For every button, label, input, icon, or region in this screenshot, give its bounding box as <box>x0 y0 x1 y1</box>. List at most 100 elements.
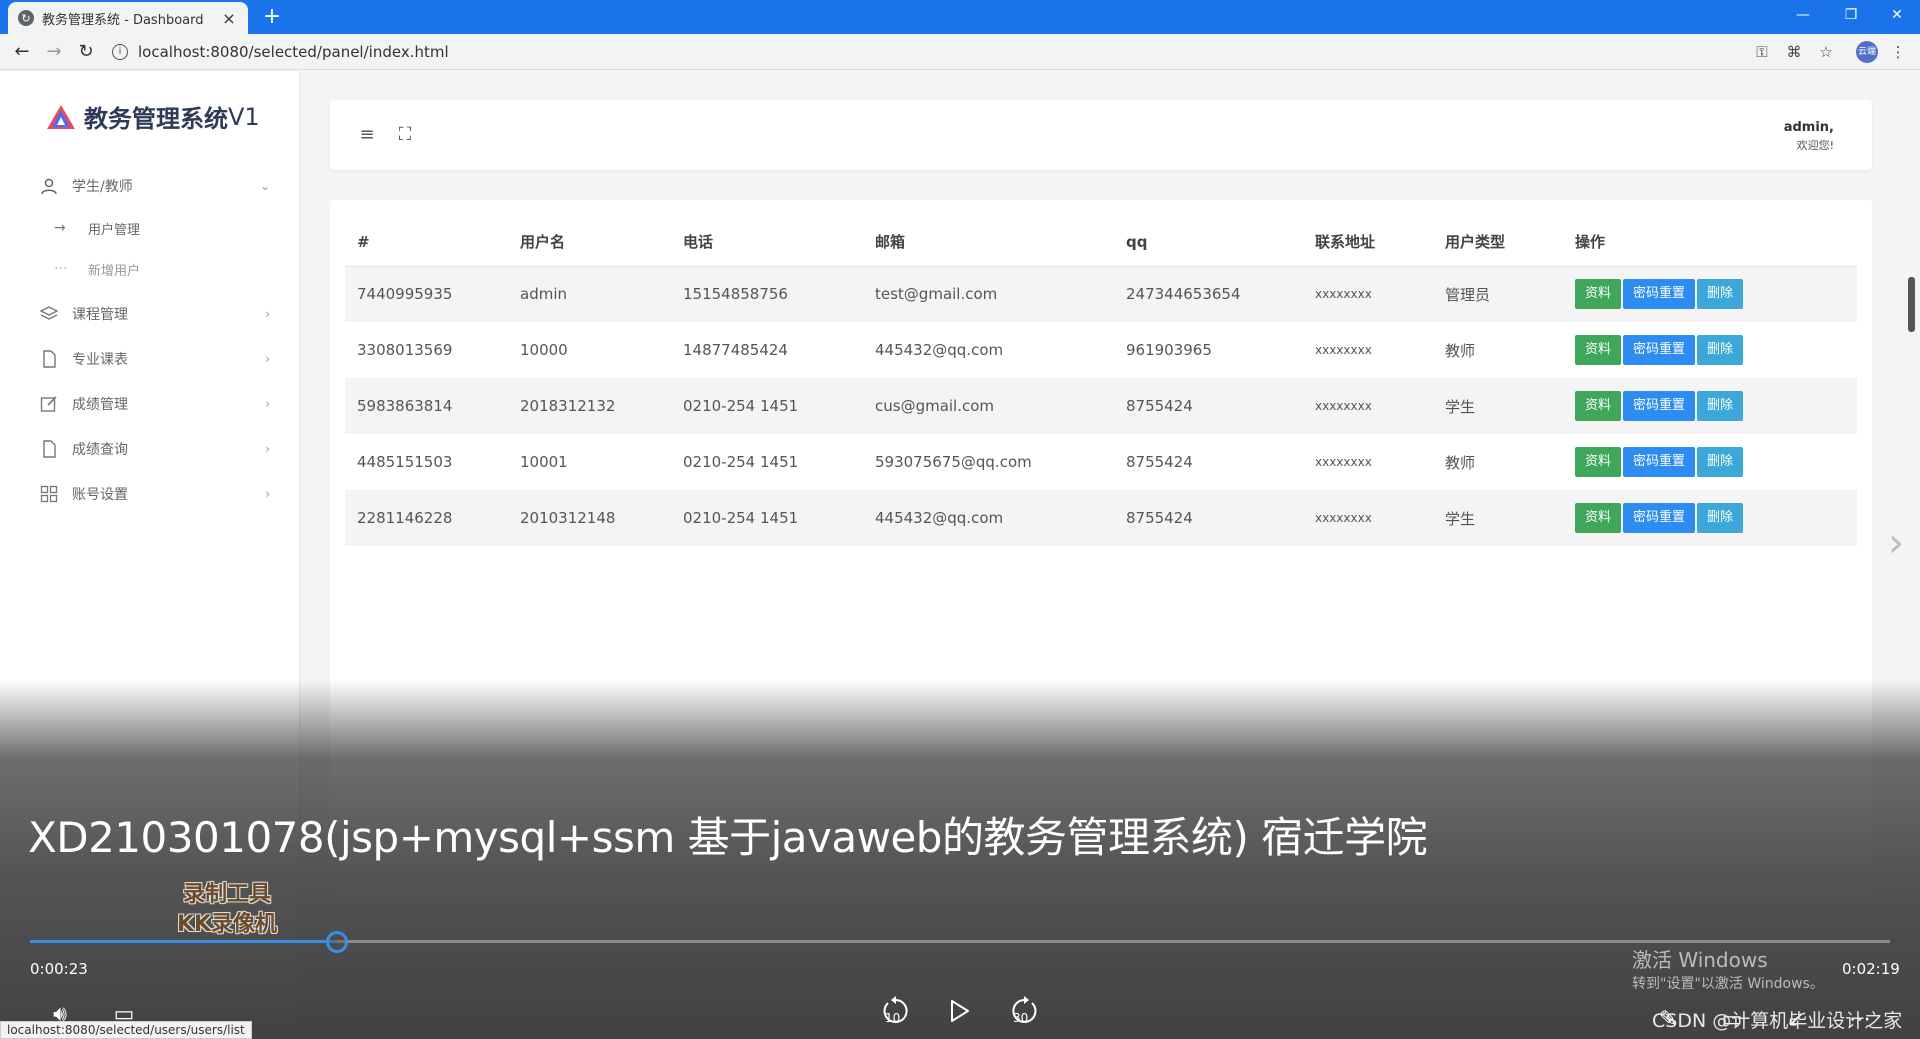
sidebar-item-grade-management[interactable]: 成绩管理 › <box>38 389 270 419</box>
loading-icon: ↻ <box>18 10 34 26</box>
users-table: # 用户名 电话 邮箱 qq 联系地址 用户类型 操作 7440995935 a… <box>345 218 1857 546</box>
info-icon[interactable]: i <box>112 44 128 60</box>
logo-name: 教务管理系统 <box>84 105 228 133</box>
hamburger-menu-icon[interactable]: ≡ <box>356 124 378 146</box>
reset-password-button[interactable]: 密码重置 <box>1623 503 1696 533</box>
sidebar-subitem-add-user[interactable]: ··· 新增用户 <box>54 254 254 284</box>
delete-button[interactable]: 删除 <box>1697 503 1744 533</box>
recorder-watermark: 录制工具 KK录像机 <box>162 880 292 940</box>
profile-button[interactable]: 资料 <box>1575 279 1622 310</box>
forward-30-button[interactable]: 30 <box>1004 995 1044 1035</box>
profile-button[interactable]: 资料 <box>1575 335 1622 365</box>
reset-password-button[interactable]: 密码重置 <box>1623 447 1696 477</box>
user-greeting[interactable]: admin, 欢迎您! <box>1784 120 1834 153</box>
cell-id: 7440995935 <box>345 266 508 322</box>
forward-label: 30 <box>1013 1011 1029 1025</box>
reset-password-button[interactable]: 密码重置 <box>1623 279 1696 310</box>
profile-button[interactable]: 资料 <box>1575 503 1622 533</box>
rewind-10-button[interactable]: 10 <box>876 995 916 1035</box>
scrollbar-thumb[interactable] <box>1908 277 1915 332</box>
cell-qq: 8755424 <box>1114 378 1303 434</box>
play-button[interactable] <box>940 995 980 1035</box>
cell-id: 5983863814 <box>345 378 508 434</box>
fullscreen-icon[interactable]: ⛶ <box>394 124 416 146</box>
col-header-id: # <box>345 218 508 267</box>
delete-button[interactable]: 删除 <box>1697 335 1744 365</box>
file-icon <box>38 438 60 460</box>
sidebar-item-label: 专业课表 <box>72 352 128 368</box>
sidebar-item-schedule[interactable]: 专业课表 › <box>38 344 270 374</box>
col-header-username: 用户名 <box>508 218 671 267</box>
user-icon <box>38 175 60 197</box>
profile-avatar[interactable]: 云端 <box>1856 41 1878 63</box>
menu-kebab-icon[interactable]: ⋮ <box>1886 40 1910 64</box>
profile-button[interactable]: 资料 <box>1575 391 1622 421</box>
col-header-email: 邮箱 <box>863 218 1114 267</box>
cell-actions: 资料 密码重置 删除 <box>1563 322 1857 378</box>
progress-fill <box>30 940 337 943</box>
delete-button[interactable]: 删除 <box>1697 447 1744 477</box>
restore-icon[interactable]: ❐ <box>1828 0 1874 30</box>
chevron-right-icon: › <box>265 487 270 501</box>
tab-close-icon[interactable]: × <box>220 9 238 28</box>
sidebar-subitem-user-management[interactable]: → 用户管理 <box>54 213 254 243</box>
col-header-address: 联系地址 <box>1303 218 1433 267</box>
sidebar-item-account-settings[interactable]: 账号设置 › <box>38 479 270 509</box>
new-tab-button[interactable]: + <box>258 4 286 32</box>
delete-button[interactable]: 删除 <box>1697 391 1744 421</box>
watermark-line-1: 录制工具 <box>182 882 271 907</box>
browser-tab[interactable]: ↻ 教务管理系统 - Dashboard × <box>8 2 248 34</box>
grid-icon <box>38 483 60 505</box>
url-field[interactable]: i localhost:8080/selected/panel/index.ht… <box>112 38 1752 66</box>
cell-actions: 资料 密码重置 删除 <box>1563 490 1857 546</box>
key-icon[interactable]: ⚿ <box>1750 40 1774 64</box>
csdn-credit: CSDN @计算机毕业设计之家 <box>1652 1010 1903 1032</box>
delete-button[interactable]: 删除 <box>1697 279 1744 310</box>
cell-address: xxxxxxxx <box>1303 378 1433 434</box>
minimize-icon[interactable]: — <box>1780 0 1826 30</box>
cell-phone: 0210-254 1451 <box>671 378 863 434</box>
forward-icon[interactable]: → <box>42 40 66 64</box>
activate-windows-notice: 激活 Windows 转到"设置"以激活 Windows。 <box>1632 944 1824 993</box>
back-icon[interactable]: ← <box>10 40 34 64</box>
reload-icon[interactable]: ↻ <box>74 40 98 64</box>
cell-phone: 14877485424 <box>683 341 788 359</box>
edit-icon <box>38 393 60 415</box>
activate-title: 激活 Windows <box>1632 948 1768 972</box>
app-logo[interactable]: 教务管理系统 V1 <box>46 99 260 134</box>
sidebar-subitem-label: 用户管理 <box>88 222 141 238</box>
col-header-phone: 电话 <box>671 218 863 267</box>
status-bar-url: localhost:8080/selected/users/users/list <box>0 1021 252 1039</box>
bookmark-star-icon[interactable]: ☆ <box>1814 40 1838 64</box>
cell-address: xxxxxxxx <box>1303 490 1433 546</box>
reset-password-button[interactable]: 密码重置 <box>1623 335 1696 365</box>
cell-address: xxxxxxxx <box>1315 343 1372 357</box>
cell-qq: 247344653654 <box>1114 266 1303 322</box>
tab-title: 教务管理系统 - Dashboard <box>42 12 204 28</box>
activate-subtitle: 转到"设置"以激活 Windows。 <box>1632 976 1824 992</box>
chevron-right-icon: › <box>265 307 270 321</box>
play-icon <box>951 1000 969 1022</box>
next-video-chevron-icon[interactable]: › <box>1888 520 1904 566</box>
cell-id: 4485151503 <box>357 453 453 471</box>
cell-qq: 961903965 <box>1126 341 1212 359</box>
file-icon <box>38 348 60 370</box>
reset-password-button[interactable]: 密码重置 <box>1623 391 1696 421</box>
sidebar-item-courses[interactable]: 课程管理 › <box>38 299 270 329</box>
cell-actions: 资料 密码重置 删除 <box>1563 266 1857 322</box>
sidebar-item-students-teachers[interactable]: 学生/教师 ⌄ <box>38 171 270 201</box>
window-close-icon[interactable]: ✕ <box>1874 0 1920 30</box>
sidebar-item-grade-query[interactable]: 成绩查询 › <box>38 434 270 464</box>
profile-button[interactable]: 资料 <box>1575 447 1622 477</box>
layers-icon <box>38 303 60 325</box>
cell-email: 445432@qq.com <box>863 490 1114 546</box>
table-header-row: # 用户名 电话 邮箱 qq 联系地址 用户类型 操作 <box>345 218 1857 267</box>
sidebar-item-label: 成绩查询 <box>72 442 128 458</box>
translate-icon[interactable]: ⌘ <box>1782 40 1806 64</box>
progress-track[interactable] <box>30 940 1890 943</box>
progress-knob[interactable] <box>325 931 348 953</box>
cell-email: 445432@qq.com <box>875 341 1004 359</box>
welcome-text: 欢迎您! <box>1796 139 1834 152</box>
dots-icon: ··· <box>54 261 68 277</box>
cell-type: 学生 <box>1433 378 1563 434</box>
